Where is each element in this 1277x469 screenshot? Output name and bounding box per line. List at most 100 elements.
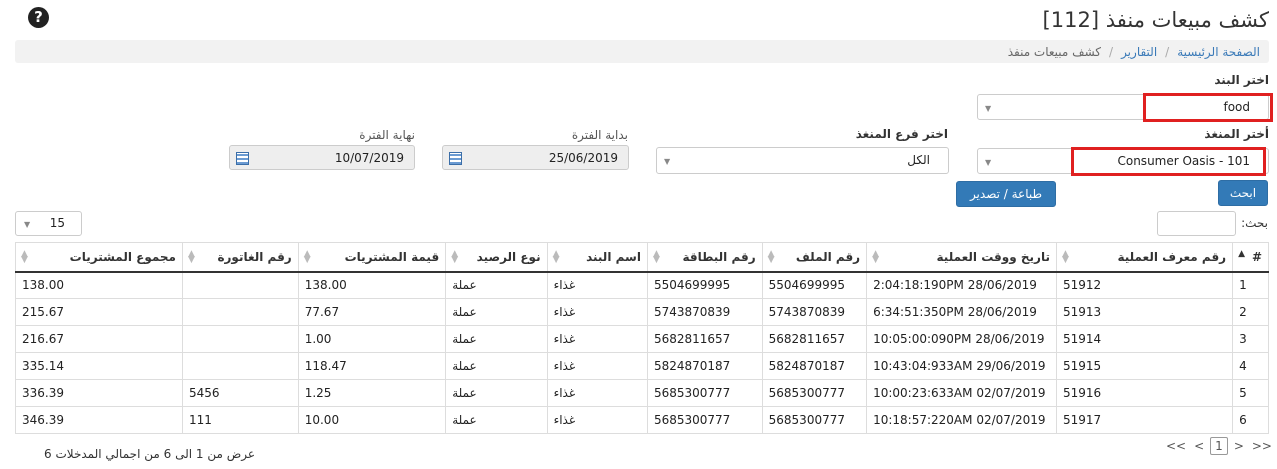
page-title: كشف مبيعات منفذ [112] <box>1042 8 1269 32</box>
highlight-frame-item <box>1143 93 1273 122</box>
pager-prev-button[interactable]: < <box>1192 439 1206 453</box>
pagination: << < 1 > >> <box>1164 437 1274 455</box>
pager-next-button[interactable]: > <box>1232 439 1246 453</box>
purchase-value-cell: 77.67 <box>297 298 447 326</box>
column-header-card-number[interactable]: رقم البطاقة ▲ ▼ <box>646 242 763 273</box>
start-date-value: 25/06/2019 <box>548 151 618 165</box>
sort-icon: ▲ ▼ <box>767 249 775 265</box>
item-select[interactable]: ▼ food <box>977 93 1273 122</box>
calendar-icon[interactable] <box>236 152 249 165</box>
balance-type-cell: عملة <box>445 298 548 326</box>
purchase-value-cell: 138.00 <box>297 271 447 299</box>
sort-icon: ▲ ▼ <box>303 249 311 265</box>
start-date-label: بداية الفترة <box>571 128 628 142</box>
chevron-down-icon: ▼ <box>985 104 992 113</box>
branch-select-value: الكل <box>907 153 930 167</box>
datetime-cell: 10:05:00:090PM 28/06/2019 <box>866 325 1057 353</box>
row-index-cell: 2 <box>1232 298 1269 326</box>
sort-icon: ▲ ▼ <box>1061 249 1069 265</box>
balance-type-cell: عملة <box>445 271 548 299</box>
card-number-cell: 5682811657 <box>646 325 763 353</box>
balance-type-cell: عملة <box>445 325 548 353</box>
balance-type-cell: عملة <box>445 379 548 407</box>
branch-select-label: اختر فرع المنغذ <box>855 127 948 141</box>
card-number-cell: 5743870839 <box>646 298 763 326</box>
purchase-total-cell: 346.39 <box>15 406 183 434</box>
end-date-input[interactable]: 10/07/2019 <box>229 145 415 170</box>
sort-icon: ▲ ▼ <box>21 249 28 265</box>
pager-first-button[interactable]: << <box>1164 439 1188 453</box>
column-header-file-number[interactable]: رقم الملف ▲ ▼ <box>761 242 868 273</box>
row-index-cell: 6 <box>1232 406 1269 434</box>
column-header-index[interactable]: # ▲ <box>1232 242 1269 273</box>
outlet-select-label: أختر المنغذ <box>1204 127 1269 141</box>
column-header-transaction-id[interactable]: رقم معرف العملية ▲ ▼ <box>1055 242 1234 273</box>
pager-current-page[interactable]: 1 <box>1210 437 1228 455</box>
table-search-input[interactable] <box>1157 211 1236 236</box>
purchase-total-cell: 138.00 <box>15 271 183 299</box>
card-number-cell: 5685300777 <box>646 406 763 434</box>
purchase-total-cell: 335.14 <box>15 352 183 380</box>
column-header-balance-type[interactable]: نوع الرصيد ▲ ▼ <box>445 242 548 273</box>
breadcrumb-reports-link[interactable]: التقارير <box>1121 45 1157 59</box>
chevron-down-icon: ▼ <box>24 220 31 229</box>
help-icon[interactable]: ? <box>28 7 49 28</box>
transaction-id-cell: 51914 <box>1055 325 1234 353</box>
print-export-button[interactable]: طباعة / تصدير <box>956 181 1056 207</box>
card-number-cell: 5685300777 <box>646 379 763 407</box>
table-header-row: # ▲ رقم معرف العملية ▲ ▼ تاريخ ووقت العملية… <box>15 242 1269 273</box>
balance-type-cell: عملة <box>445 406 548 434</box>
sort-icon: ▲ ▼ <box>872 249 880 265</box>
column-header-purchase-total[interactable]: مجموع المشتريات ▲ ▼ <box>15 242 183 273</box>
datetime-cell: 2:04:18:190PM 28/06/2019 <box>866 271 1057 299</box>
end-date-value: 10/07/2019 <box>334 151 404 165</box>
purchase-total-cell: 215.67 <box>15 298 183 326</box>
column-header-purchase-value[interactable]: قيمة المشتريات ▲ ▼ <box>297 242 447 273</box>
item-name-cell: غذاء <box>546 325 648 353</box>
start-date-input[interactable]: 25/06/2019 <box>442 145 629 170</box>
row-index-cell: 5 <box>1232 379 1269 407</box>
calendar-icon[interactable] <box>449 152 462 165</box>
column-header-item-name[interactable]: اسم البند ▲ ▼ <box>546 242 648 273</box>
pager-last-button[interactable]: >> <box>1250 439 1274 453</box>
datetime-cell: 6:34:51:350PM 28/06/2019 <box>866 298 1057 326</box>
end-date-label: نهاية الفترة <box>359 128 415 142</box>
invoice-number-cell: 5456 <box>182 379 299 407</box>
file-number-cell: 5685300777 <box>761 379 868 407</box>
file-number-cell: 5824870187 <box>761 352 868 380</box>
column-header-datetime[interactable]: تاريخ ووقت العملية ▲ ▼ <box>866 242 1057 273</box>
outlet-select[interactable]: ▼ Consumer Oasis - 101 <box>977 147 1269 176</box>
branch-select[interactable]: ▼ الكل <box>656 147 949 174</box>
sort-asc-icon: ▲ <box>1238 249 1246 259</box>
file-number-cell: 5682811657 <box>761 325 868 353</box>
transaction-id-cell: 51913 <box>1055 298 1234 326</box>
card-number-cell: 5824870187 <box>646 352 763 380</box>
breadcrumb-current: كشف مبيعات منفذ <box>1007 44 1102 59</box>
file-number-cell: 5685300777 <box>761 406 868 434</box>
sales-table: # ▲ رقم معرف العملية ▲ ▼ تاريخ ووقت العملية… <box>15 242 1269 434</box>
purchase-value-cell: 1.25 <box>297 379 447 407</box>
item-select-label: اختر البند <box>1214 73 1269 87</box>
item-name-cell: غذاء <box>546 379 648 407</box>
card-number-cell: 5504699995 <box>646 271 763 299</box>
transaction-id-cell: 51917 <box>1055 406 1234 434</box>
invoice-number-cell <box>182 298 299 326</box>
table-row: 1 51912 2:04:18:190PM 28/06/2019 5504699995… <box>15 271 1269 299</box>
purchase-value-cell: 118.47 <box>297 352 447 380</box>
breadcrumb-separator: / <box>1109 44 1114 59</box>
table-info-text: عرض من 1 الى 6 من اجمالي المدخلات 6 <box>44 447 255 461</box>
datetime-cell: 10:18:57:220AM 02/07/2019 <box>866 406 1057 434</box>
breadcrumb-home-link[interactable]: الصفحة الرئيسية <box>1177 45 1260 59</box>
transaction-id-cell: 51916 <box>1055 379 1234 407</box>
transaction-id-cell: 51912 <box>1055 271 1234 299</box>
column-header-invoice-number[interactable]: رقم الغاتورة ▲ ▼ <box>182 242 299 273</box>
datetime-cell: 10:43:04:933AM 29/06/2019 <box>866 352 1057 380</box>
row-index-cell: 3 <box>1232 325 1269 353</box>
chevron-down-icon: ▼ <box>985 158 992 167</box>
search-button[interactable]: ابحث <box>1218 180 1268 206</box>
row-index-cell: 4 <box>1232 352 1269 380</box>
purchase-value-cell: 1.00 <box>297 325 447 353</box>
sort-icon: ▲ ▼ <box>451 249 459 265</box>
transaction-id-cell: 51915 <box>1055 352 1234 380</box>
page-size-select[interactable]: ▼ 15 <box>15 211 82 236</box>
